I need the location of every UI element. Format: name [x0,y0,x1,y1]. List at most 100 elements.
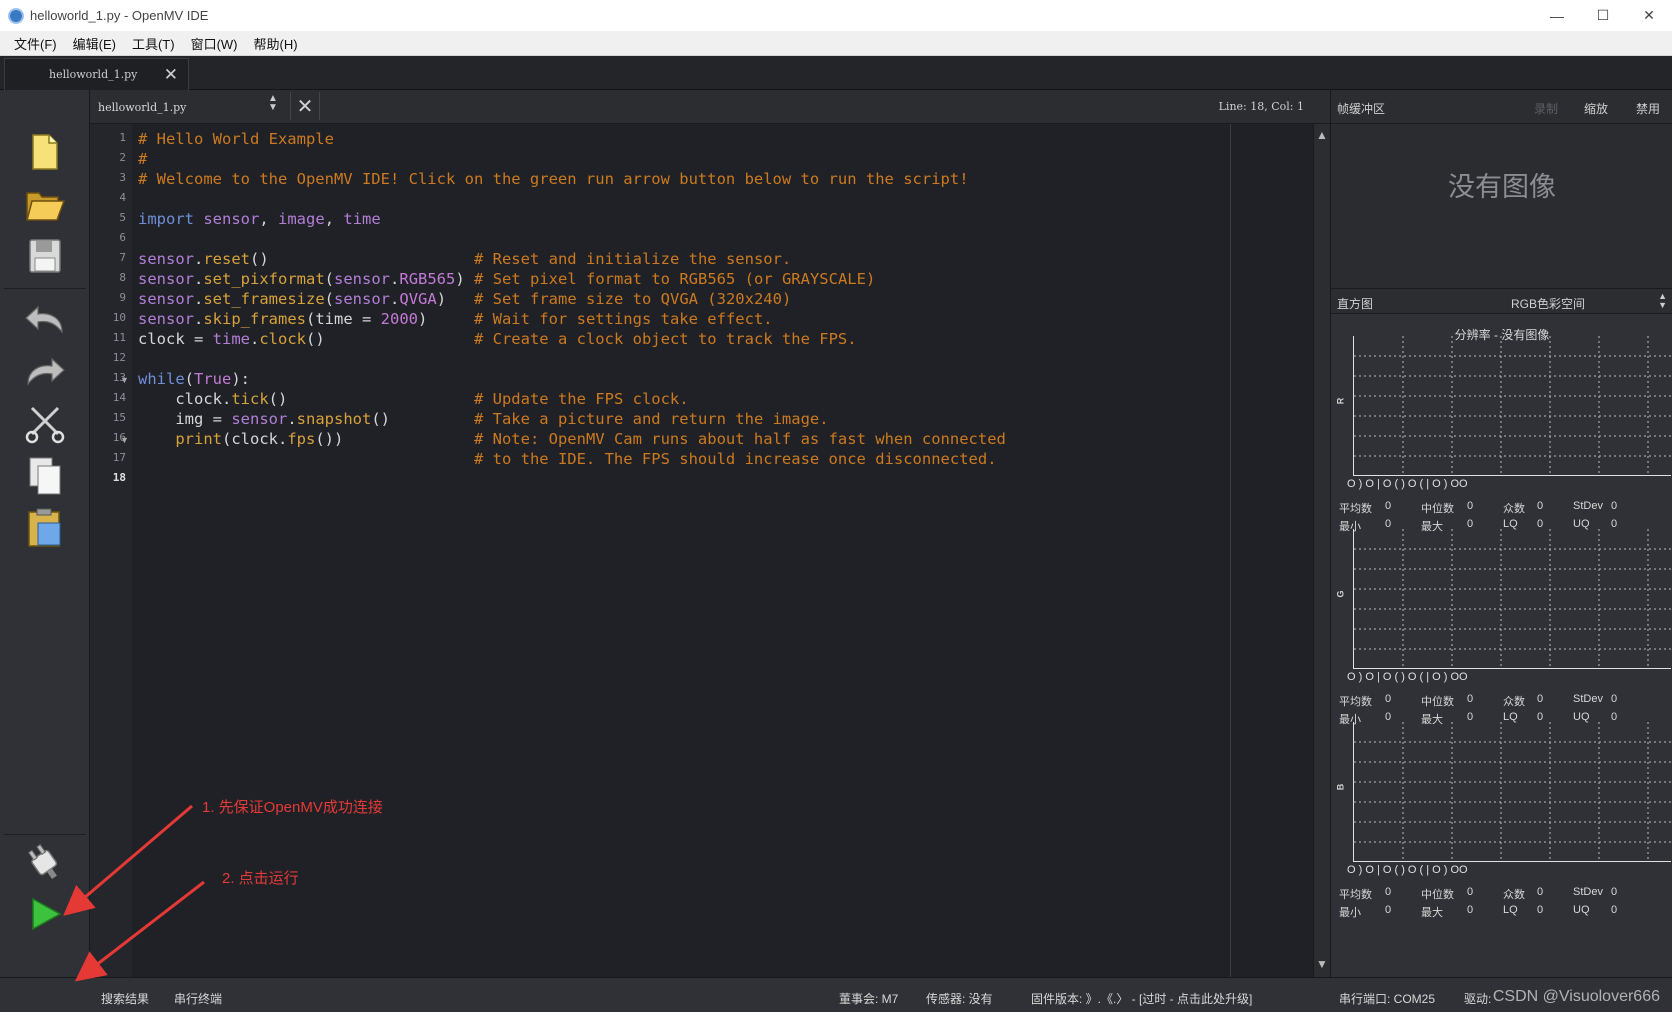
paste-button[interactable] [22,506,68,550]
menu-window[interactable]: 窗口(W) [191,34,238,53]
close-file-icon[interactable]: ✕ [290,92,320,120]
line-number: 15 [112,411,126,424]
openmv-app-icon [8,7,24,24]
open-file-button[interactable] [22,182,68,226]
stat-max: 0 [1467,904,1474,916]
stat-median: 0 [1467,693,1474,705]
histogram-grid [1354,336,1672,476]
stat-median-label: 中位数 [1421,503,1454,515]
histogram-grid [1354,722,1672,862]
code-line: clock.tick() # Update the FPS clock. [138,390,689,408]
run-button[interactable] [22,892,68,936]
stat-mode: 0 [1537,500,1544,512]
line-number: 1 [119,131,126,144]
annotation-step-1: 1. 先保证OpenMV成功连接 [202,799,383,816]
code-line: # [138,150,148,168]
line-number: 10 [112,311,126,324]
open-folder-icon [26,192,66,221]
paste-icon [28,508,61,547]
histogram-title: 直方图 [1337,297,1374,311]
window-controls: — ☐ ✕ [1534,0,1672,31]
serial-port-label: 串行端口: COM25 [1339,992,1436,1006]
stat-min: 0 [1385,904,1392,916]
right-margin-line [1230,124,1231,977]
color-space-select[interactable]: RGB色彩空间 [1511,295,1585,312]
title-bar: helloworld_1.py - OpenMV IDE — ☐ ✕ [0,0,1672,31]
stat-mean: 0 [1385,500,1392,512]
zoom-button[interactable]: 缩放 [1584,100,1608,117]
save-icon [29,239,61,273]
histogram-axis-label: G [1335,590,1346,598]
undo-icon [25,305,63,334]
stat-mode-label: 众数 [1503,696,1525,708]
stat-mode: 0 [1537,886,1544,898]
stat-max-label: 最大 [1421,907,1443,919]
histogram-plot [1353,722,1672,862]
menu-edit[interactable]: 编辑(E) [73,34,116,53]
file-selector[interactable]: helloworld_1.py [92,94,288,120]
menu-tools[interactable]: 工具(T) [132,34,175,53]
copy-button[interactable] [22,454,68,498]
search-results-tab[interactable]: 搜索结果 [101,990,149,1007]
line-number: 3 [119,171,126,184]
fold-marker-icon[interactable]: ▼ [120,375,129,385]
csdn-watermark: CSDN @Visuolover666 [1492,988,1660,1005]
stat-median-label: 中位数 [1421,696,1454,708]
tab-helloworld[interactable]: helloworld_1.py ✕ [4,58,189,90]
line-number: 14 [112,391,126,404]
stat-mean-label: 平均数 [1339,503,1372,515]
tab-close-icon[interactable]: ✕ [164,65,178,85]
menu-file[interactable]: 文件(F) [14,34,57,53]
line-number: 8 [119,271,126,284]
new-file-button[interactable] [22,130,68,174]
scroll-down-icon[interactable]: ▼ [1316,957,1328,971]
histogram-axis-label: B [1335,783,1346,791]
minimize-button[interactable]: — [1534,0,1580,31]
stat-uq-label: UQ [1573,904,1590,916]
file-selector-arrows-icon[interactable]: ▲ ▼ [268,94,278,113]
disable-button[interactable]: 禁用 [1636,100,1660,117]
code-line: img = sensor.snapshot() # Take a picture… [138,410,829,428]
plug-connect-icon [27,843,58,880]
fold-marker-icon[interactable]: ▼ [120,435,129,445]
stat-lq-label: LQ [1503,904,1518,916]
left-toolbar [0,90,90,977]
right-panel: 帧缓冲区 录制 缩放 禁用 没有图像 直方图 RGB色彩空间 ▲ ▼ 分辨率 - … [1330,90,1672,977]
firmware-label[interactable]: 固件版本: 》.《.〉 - [过时 - 点击此处升级] [1031,990,1252,1007]
maximize-button[interactable]: ☐ [1580,0,1626,31]
cut-button[interactable] [22,402,68,446]
menu-help[interactable]: 帮助(H) [254,34,298,53]
redo-button[interactable] [22,350,68,394]
line-col-indicator: Line: 18, Col: 1 [1218,100,1304,113]
toolbar-separator [4,288,86,289]
stat-mean-label: 平均数 [1339,889,1372,901]
histogram-g: G O ) O | O ( ) O ( | O ) OO 平均数 0 中位数 0 众数 0 St… [1331,529,1672,729]
scroll-up-icon[interactable]: ▲ [1316,128,1328,142]
redo-icon [27,357,65,386]
record-button[interactable]: 录制 [1534,100,1558,117]
code-line: sensor.set_framesize(sensor.QVGA) # Set … [138,290,792,308]
editor-header: helloworld_1.py ▲ ▼ ✕ Line: 18, Col: 1 [90,90,1330,124]
save-button[interactable] [22,234,68,278]
stat-stdev: 0 [1611,500,1618,512]
line-number: 2 [119,151,126,164]
close-window-button[interactable]: ✕ [1626,0,1672,31]
serial-terminal-tab[interactable]: 串行终端 [174,990,222,1007]
stat-median: 0 [1467,886,1474,898]
menu-bar: 文件(F) 编辑(E) 工具(T) 窗口(W) 帮助(H) [0,31,1672,56]
undo-button[interactable] [22,298,68,342]
stat-mode-label: 众数 [1503,889,1525,901]
editor-scrollbar[interactable]: ▲ ▼ [1313,124,1330,977]
stat-stdev-label: StDev [1573,886,1603,898]
driver-label: 驱动: [1464,992,1495,1006]
stat-median-label: 中位数 [1421,889,1454,901]
connect-button[interactable] [22,840,68,884]
stat-median: 0 [1467,500,1474,512]
stat-mean: 0 [1385,886,1392,898]
color-space-arrows-icon[interactable]: ▲ ▼ [1658,292,1667,310]
line-number: 4 [119,191,126,204]
frame-buffer-header: 帧缓冲区 录制 缩放 禁用 [1331,90,1672,124]
annotation-step-2: 2. 点击运行 [222,870,299,887]
code-editor[interactable]: # Hello World Example # # Welcome to the O… [132,124,1313,977]
stat-stdev-label: StDev [1573,693,1603,705]
